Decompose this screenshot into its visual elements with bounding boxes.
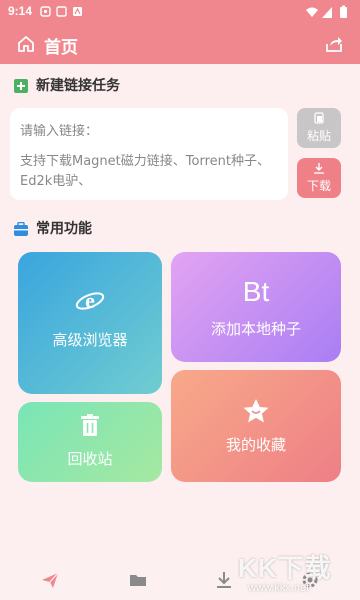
send-icon[interactable] bbox=[40, 570, 60, 590]
watermark-url: www.kkx.net bbox=[248, 582, 310, 594]
recycle-bin-tile[interactable]: 回收站 bbox=[18, 402, 162, 482]
browser-e-icon: e bbox=[75, 288, 105, 313]
status-bar: 9:14 bbox=[0, 0, 360, 24]
favorites-tile[interactable]: 我的收藏 bbox=[171, 370, 341, 482]
bt-icon: Bt bbox=[242, 276, 270, 307]
browser-label: 高级浏览器 bbox=[52, 331, 128, 349]
watermark-text: KK下载 bbox=[238, 553, 332, 583]
download-icon bbox=[314, 163, 324, 174]
page-title: 首页 bbox=[44, 38, 78, 58]
features-heading: 常用功能 bbox=[36, 221, 92, 237]
toolbox-icon bbox=[14, 222, 28, 236]
share-icon[interactable] bbox=[324, 34, 344, 54]
watermark: KK下载 www.kkx.net bbox=[238, 548, 354, 598]
paste-button[interactable]: 粘贴 bbox=[297, 108, 341, 148]
status-time: 9:14 bbox=[8, 4, 33, 18]
download-button[interactable]: 下载 bbox=[297, 158, 341, 198]
status-indicators-icon bbox=[306, 5, 347, 18]
recycle-bin-label: 回收站 bbox=[67, 450, 113, 468]
download-nav-icon[interactable] bbox=[214, 570, 234, 590]
paste-label: 粘贴 bbox=[306, 129, 331, 143]
link-input[interactable]: 请输入链接： 支持下载Magnet磁力链接、Torrent种子、Ed2k电驴、 bbox=[10, 108, 288, 200]
star-icon bbox=[243, 399, 269, 423]
add-torrent-tile[interactable]: Bt 添加本地种子 bbox=[171, 252, 341, 362]
favorites-label: 我的收藏 bbox=[225, 436, 286, 454]
notification-icon bbox=[56, 6, 67, 17]
new-task-heading: 新建链接任务 bbox=[36, 78, 120, 94]
trash-icon bbox=[81, 414, 99, 436]
title-bar: 首页 bbox=[0, 24, 360, 64]
link-hint: 支持下载Magnet磁力链接、Torrent种子、Ed2k电驴、 bbox=[20, 154, 270, 189]
download-label: 下载 bbox=[306, 179, 331, 193]
paste-icon bbox=[314, 112, 324, 124]
link-placeholder: 请输入链接： bbox=[20, 124, 99, 139]
notification-icon bbox=[73, 7, 82, 16]
svg-text:e: e bbox=[85, 288, 95, 313]
notification-icon bbox=[40, 6, 51, 17]
folder-icon[interactable] bbox=[128, 570, 148, 590]
browser-tile[interactable]: e 高级浏览器 bbox=[18, 252, 162, 394]
add-torrent-label: 添加本地种子 bbox=[210, 320, 301, 338]
add-link-icon bbox=[14, 79, 28, 93]
home-icon[interactable] bbox=[16, 34, 36, 54]
